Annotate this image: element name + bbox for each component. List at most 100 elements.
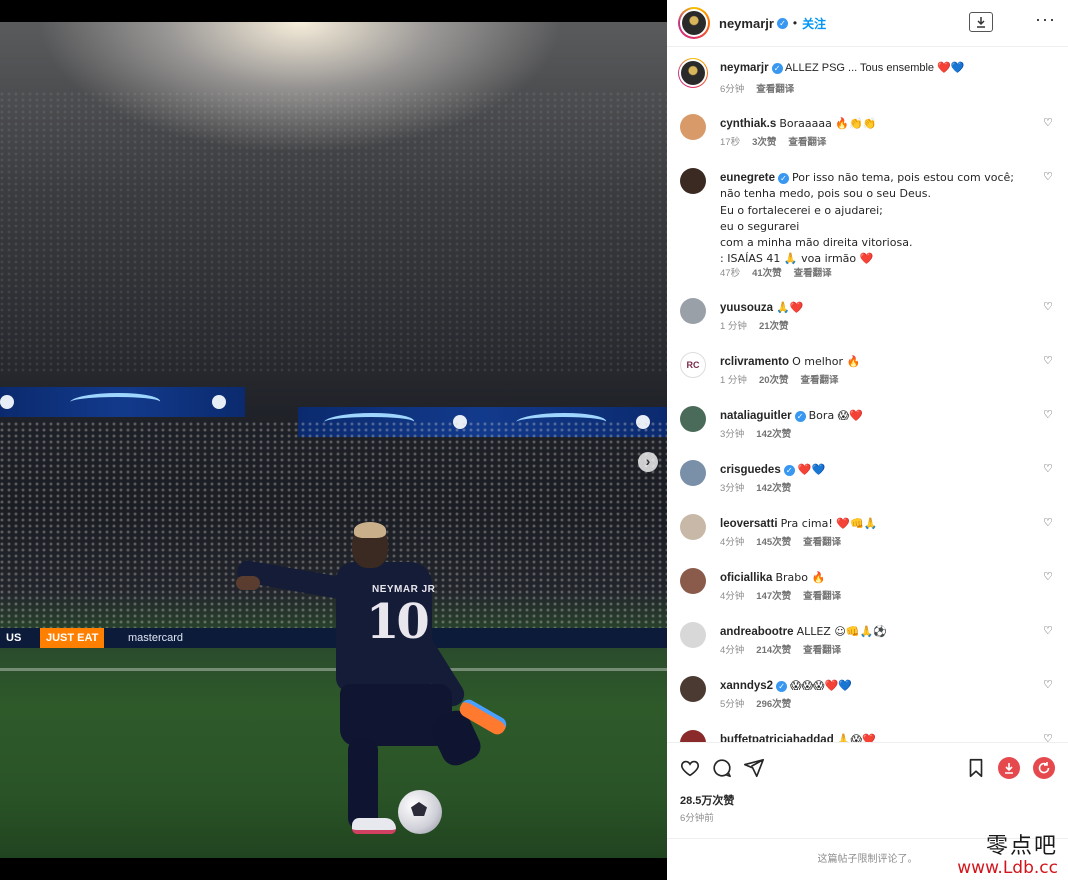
comment-time[interactable]: 1 分钟 xyxy=(720,372,747,386)
comment-time[interactable]: 4分钟 xyxy=(720,588,744,602)
comment-icon[interactable] xyxy=(711,757,733,779)
player-hair xyxy=(354,522,386,538)
comment-likes[interactable]: 145次赞 xyxy=(756,534,791,548)
translate-link[interactable]: 查看翻译 xyxy=(788,134,826,148)
follow-button[interactable]: 关注 xyxy=(802,15,826,32)
share-icon[interactable] xyxy=(743,757,765,779)
comment-like-heart-icon[interactable]: ♡ xyxy=(1043,732,1055,742)
avatar[interactable] xyxy=(678,58,708,88)
separator-dot: • xyxy=(792,16,798,30)
download-extension-icon xyxy=(1005,763,1013,774)
translate-link[interactable]: 查看翻译 xyxy=(801,372,839,386)
starball-icon xyxy=(212,395,226,409)
comment-text: 🙏😱❤️ xyxy=(836,733,876,742)
comment-time[interactable]: 3分钟 xyxy=(720,480,744,494)
comment-time[interactable]: 17秒 xyxy=(720,134,740,148)
comment-username[interactable]: rclivramento xyxy=(720,356,789,368)
likes-count[interactable]: 28.5万次赞 xyxy=(680,792,734,808)
comment-text-line: não tenha medo, pois sou o seu Deus. xyxy=(720,187,931,201)
avatar[interactable] xyxy=(680,676,706,702)
comment-username[interactable]: buffetpatriciahaddad xyxy=(720,734,834,742)
comment-username[interactable]: nataliaguitler xyxy=(720,410,792,422)
avatar[interactable] xyxy=(680,460,706,486)
avatar[interactable] xyxy=(680,514,706,540)
comment-like-heart-icon[interactable]: ♡ xyxy=(1043,570,1055,583)
comment-username[interactable]: neymarjr xyxy=(720,62,769,74)
comments-list[interactable]: neymarjr ✓ ALLEZ PSG ... Tous ensemble ❤️… xyxy=(667,48,1068,742)
download-extension-button[interactable] xyxy=(998,757,1020,779)
header-username[interactable]: neymarjr xyxy=(719,16,774,31)
comment-username[interactable]: oficiallika xyxy=(720,572,772,584)
comment-time[interactable]: 4分钟 xyxy=(720,642,744,656)
refresh-extension-button[interactable] xyxy=(1033,757,1055,779)
comment-username[interactable]: andreabootre xyxy=(720,626,794,638)
more-options-button[interactable]: ··· xyxy=(1035,9,1056,30)
crowd-lower xyxy=(0,422,667,632)
comment-time[interactable]: 4分钟 xyxy=(720,534,744,548)
post-photo[interactable]: US JUST EAT mastercard NEYMAR JR 10 › xyxy=(0,22,667,858)
comment-like-heart-icon[interactable]: ♡ xyxy=(1043,354,1055,367)
comment-likes[interactable]: 41次赞 xyxy=(752,265,782,279)
avatar[interactable] xyxy=(680,298,706,324)
comment-username[interactable]: cynthiak.s xyxy=(720,118,776,130)
comment-likes[interactable]: 214次赞 xyxy=(756,642,791,656)
avatar[interactable] xyxy=(680,568,706,594)
verified-icon: ✓ xyxy=(771,62,783,74)
comment-time[interactable]: 3分钟 xyxy=(720,426,744,440)
avatar[interactable] xyxy=(680,730,706,742)
comment-like-heart-icon[interactable]: ♡ xyxy=(1043,170,1055,183)
comment-likes[interactable]: 296次赞 xyxy=(756,696,791,710)
translate-link[interactable]: 查看翻译 xyxy=(794,265,832,279)
player-boot xyxy=(352,818,396,834)
comment-text-line: Por isso não tema, pois estou com você; xyxy=(792,171,1014,184)
heart-icon[interactable] xyxy=(679,757,701,779)
avatar[interactable] xyxy=(678,7,710,39)
comment-username[interactable]: leoversatti xyxy=(720,518,778,530)
watermark-url: www.Ldb.cc xyxy=(957,858,1058,878)
comment-likes[interactable]: 147次赞 xyxy=(756,588,791,602)
comment-username[interactable]: crisguedes xyxy=(720,464,781,476)
comment-username[interactable]: yuusouza xyxy=(720,302,773,314)
refresh-extension-icon xyxy=(1038,762,1050,774)
comment-time[interactable]: 6分钟 xyxy=(720,81,744,95)
translate-link[interactable]: 查看翻译 xyxy=(756,81,794,95)
comment-username[interactable]: xanndys2 xyxy=(720,680,773,692)
post-media: US JUST EAT mastercard NEYMAR JR 10 › xyxy=(0,0,667,880)
avatar[interactable] xyxy=(680,622,706,648)
comment-time[interactable]: 1 分钟 xyxy=(720,318,747,332)
comment-likes[interactable]: 142次赞 xyxy=(756,480,791,494)
comment-like-heart-icon[interactable]: ♡ xyxy=(1043,116,1055,129)
comment-text: Boraaaaa 🔥👏👏 xyxy=(779,117,877,130)
comment-time[interactable]: 5分钟 xyxy=(720,696,744,710)
comment-likes[interactable]: 142次赞 xyxy=(756,426,791,440)
comment-like-heart-icon[interactable]: ♡ xyxy=(1043,300,1055,313)
comment-like-heart-icon[interactable]: ♡ xyxy=(1043,516,1055,529)
avatar[interactable]: RC xyxy=(680,352,706,378)
avatar[interactable] xyxy=(680,114,706,140)
download-icon xyxy=(977,17,985,28)
avatar[interactable] xyxy=(680,168,706,194)
verified-icon: ✓ xyxy=(783,464,795,476)
comment-like-heart-icon[interactable]: ♡ xyxy=(1043,678,1055,691)
ucl-board-left xyxy=(0,387,245,417)
translate-link[interactable]: 查看翻译 xyxy=(803,642,841,656)
comment-likes[interactable]: 3次赞 xyxy=(752,134,776,148)
posted-time[interactable]: 6分钟前 xyxy=(680,810,714,824)
translate-link[interactable]: 查看翻译 xyxy=(803,588,841,602)
comment-text-line: : ISAÍAS 41 🙏 voa irmão ❤️ xyxy=(720,252,874,266)
avatar[interactable] xyxy=(680,406,706,432)
post-header: neymarjr ✓ • 关注 ··· xyxy=(667,0,1068,47)
comment-like-heart-icon[interactable]: ♡ xyxy=(1043,462,1055,475)
download-button[interactable] xyxy=(969,12,993,32)
ad-text: mastercard xyxy=(128,632,184,644)
comment-likes[interactable]: 20次赞 xyxy=(759,372,789,386)
comment-time[interactable]: 47秒 xyxy=(720,265,740,279)
bookmark-icon[interactable] xyxy=(965,757,987,779)
comment-likes[interactable]: 21次赞 xyxy=(759,318,789,332)
carousel-next-button[interactable]: › xyxy=(638,452,658,472)
comment-username[interactable]: eunegrete xyxy=(720,172,775,184)
comment-like-heart-icon[interactable]: ♡ xyxy=(1043,624,1055,637)
post-actions: 28.5万次赞 6分钟前 xyxy=(667,742,1068,840)
translate-link[interactable]: 查看翻译 xyxy=(803,534,841,548)
comment-like-heart-icon[interactable]: ♡ xyxy=(1043,408,1055,421)
